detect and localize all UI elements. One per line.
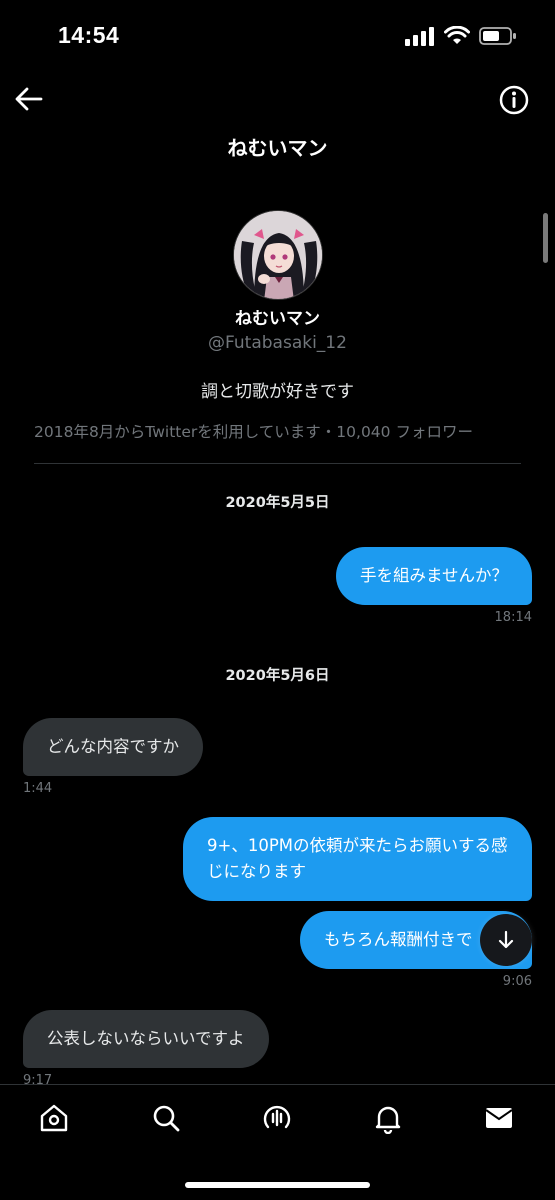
nav-search[interactable] <box>149 1101 183 1135</box>
message-bubble-sent[interactable]: 手を組みませんか？ <box>335 547 532 605</box>
nav-messages[interactable] <box>482 1101 516 1135</box>
arrow-down-icon <box>498 930 514 949</box>
info-icon <box>499 85 529 115</box>
avatar-illustration <box>234 211 322 299</box>
date-separator: 2020年5月6日 <box>225 668 330 684</box>
back-button[interactable] <box>14 84 44 114</box>
status-time: 14:54 <box>58 22 120 48</box>
message-bubble-received[interactable]: 公表しないならいいですよ <box>23 1010 269 1068</box>
profile-bio: 調と切歌が好きです <box>201 382 354 402</box>
profile-meta: 2018年8月からTwitterを利用しています・10,040 フォロワー <box>34 423 473 441</box>
home-icon <box>40 1104 68 1132</box>
scroll-to-bottom-button[interactable] <box>480 914 532 966</box>
mail-icon <box>485 1108 513 1128</box>
home-indicator <box>185 1182 370 1188</box>
profile-name: ねむいマン <box>235 309 320 329</box>
conversation-info-button[interactable] <box>498 84 530 116</box>
date-separator: 2020年5月5日 <box>225 495 330 511</box>
wifi-icon <box>444 26 470 44</box>
arrow-left-icon <box>15 87 43 111</box>
nav-notifications[interactable] <box>371 1101 405 1135</box>
nav-spaces[interactable] <box>260 1101 294 1135</box>
message-bubble-sent[interactable]: 9+、10PMの依頼が来たらお願いする感じになります <box>183 817 532 901</box>
scrollbar[interactable] <box>543 213 548 263</box>
status-icons <box>405 26 517 46</box>
nav-home[interactable] <box>37 1101 71 1135</box>
message-timestamp: 9:06 <box>502 974 532 989</box>
spaces-icon <box>263 1105 291 1129</box>
header-title: ねむいマン <box>227 136 328 160</box>
conversation-header: ねむいマン <box>0 70 555 170</box>
message-timestamp: 1:44 <box>23 781 53 796</box>
avatar[interactable] <box>233 210 323 300</box>
profile-divider <box>34 463 521 464</box>
search-icon <box>153 1105 180 1132</box>
message-timestamp: 18:14 <box>494 610 532 625</box>
status-bar: 14:54 <box>0 0 555 70</box>
battery-icon <box>479 27 516 45</box>
message-bubble-received[interactable]: どんな内容ですか <box>23 718 203 776</box>
profile-handle: @Futabasaki_12 <box>208 333 347 353</box>
cellular-signal-icon <box>405 27 434 46</box>
bell-icon <box>375 1106 401 1134</box>
